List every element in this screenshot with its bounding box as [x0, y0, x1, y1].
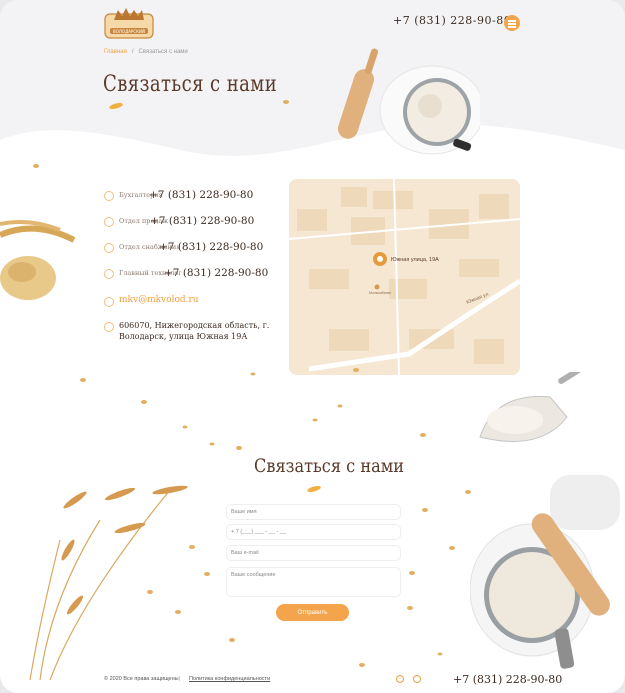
phone-icon: [104, 217, 114, 227]
footer-phone[interactable]: +7 (831) 228-90-80: [453, 673, 562, 686]
footer-separator: |: [179, 676, 181, 682]
phone-icon: [104, 243, 114, 253]
page-title: Связаться с нами: [103, 72, 278, 97]
contact-email[interactable]: mkv@mkvolod.ru: [119, 295, 199, 305]
phone-field[interactable]: + 7 (___) ___ - __ - __: [226, 524, 401, 540]
page: ВОЛОДАРСКИЙ +7 (831) 228-90-80 Главная / С…: [0, 0, 625, 693]
menu-button[interactable]: [504, 15, 520, 31]
hero-background: [0, 0, 625, 156]
contact-phone[interactable]: +7 (831) 228-90-80: [164, 267, 268, 279]
menu-icon-line: [508, 26, 516, 28]
menu-icon-line: [508, 23, 516, 25]
footer-copyright: © 2020 Все права защищены: [104, 676, 179, 682]
contact-phone[interactable]: +7 (831) 228-90-80: [149, 189, 253, 201]
header-phone[interactable]: +7 (831) 228-90-80: [393, 14, 511, 27]
map-poi-label: Молкомбинат: [369, 291, 392, 295]
company-logo[interactable]: ВОЛОДАРСКИЙ: [104, 6, 154, 40]
submit-button[interactable]: Отправить: [276, 604, 349, 621]
wheat-grain-image: [0, 220, 76, 300]
breadcrumb: Главная / Связаться с нами: [104, 49, 188, 55]
contact-address: 606070, Нижегородская область, г. Волода…: [119, 321, 270, 341]
phone-icon: [104, 269, 114, 279]
menu-icon: [508, 20, 516, 22]
breadcrumb-separator: /: [131, 49, 134, 55]
logo-text: ВОЛОДАРСКИЙ: [113, 29, 145, 34]
message-field[interactable]: Ваше сообщение: [226, 567, 401, 597]
email-field[interactable]: Ваш e-mail: [226, 545, 401, 561]
wheat-leaf-icon: [109, 102, 123, 110]
name-field[interactable]: Ваше имя: [226, 504, 401, 520]
map-marker-label: Южная улица, 19А: [391, 257, 439, 263]
form-title: Связаться с нами: [254, 455, 405, 477]
vk-icon[interactable]: [396, 675, 404, 683]
wheat-leaf-icon: [307, 485, 321, 493]
breadcrumb-home[interactable]: Главная: [104, 49, 127, 55]
instagram-icon[interactable]: [413, 675, 421, 683]
privacy-policy-link[interactable]: Политика конфиденциальности: [189, 676, 270, 682]
flour-bowl-image: [337, 48, 480, 155]
flour-bowl-image: [470, 475, 620, 669]
location-map[interactable]: Южная улица, 19А Южная ул. Молкомбинат: [289, 179, 520, 375]
phone-icon: [104, 191, 114, 201]
breadcrumb-current: Связаться с нами: [138, 49, 188, 55]
mail-icon: [104, 297, 114, 307]
contact-phone[interactable]: +7 (831) 228-90-80: [159, 241, 263, 253]
contact-phone[interactable]: +7 (831) 228-90-80: [150, 215, 254, 227]
location-icon: [104, 322, 114, 332]
wheat-stalks-image: [29, 485, 188, 680]
flour-scoop-image: [479, 372, 592, 442]
